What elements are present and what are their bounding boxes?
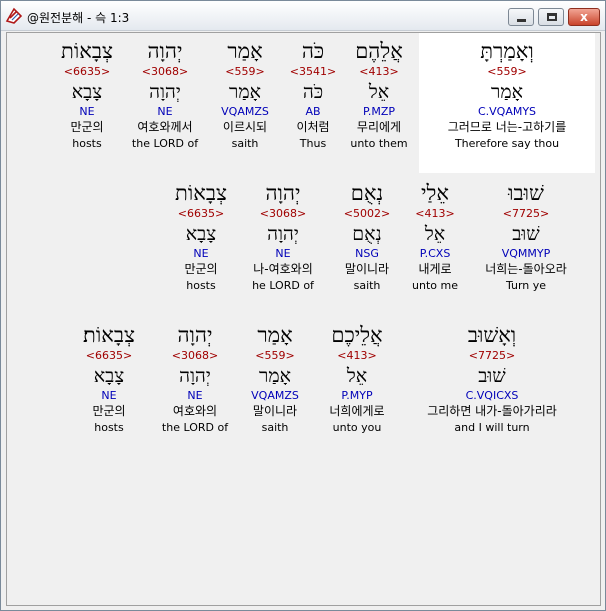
close-icon: x bbox=[580, 10, 588, 24]
minimize-icon bbox=[509, 9, 533, 25]
english-gloss: Therefore say thou bbox=[454, 137, 560, 150]
word-cell[interactable]: אֲלֵהֶם <413> אֵל P.MZP 무리에게 unto them bbox=[329, 39, 429, 152]
strong-number[interactable]: <413> bbox=[329, 65, 429, 81]
word-cell[interactable]: אֲלֵיכֶם <413> אֵל P.MYP 너희에게로 unto you bbox=[307, 323, 407, 436]
parsing-code: NE bbox=[101, 389, 117, 402]
english-gloss: unto them bbox=[350, 137, 408, 150]
maximize-icon bbox=[539, 9, 563, 25]
hebrew-vowelized: אֵלַי bbox=[421, 181, 449, 205]
korean-gloss: 만군의 bbox=[92, 404, 126, 418]
strong-number[interactable]: <7725> bbox=[471, 207, 581, 223]
hebrew-root: אָמַר bbox=[491, 81, 523, 103]
word-cell[interactable]: וְאָשׁוּב <7725> שׁוּב C.VQICXS 그리하면 내가-… bbox=[407, 323, 577, 436]
strong-number[interactable]: <6635> bbox=[59, 349, 159, 365]
english-gloss: hosts bbox=[94, 421, 124, 434]
hebrew-root: שׁוּב bbox=[512, 223, 540, 245]
english-gloss: unto you bbox=[332, 421, 382, 434]
word-cell[interactable]: אֵלַי <413> אֵל P.CXS 내게로 unto me bbox=[385, 181, 485, 294]
app-window: @원전분해 - 슥 1:3 x צְבָאוֹת <6635> צָבָא NE… bbox=[0, 0, 606, 611]
korean-gloss: 그러므로 너는-고하기를 bbox=[447, 120, 567, 134]
korean-gloss: 그리하면 내가-돌아가리라 bbox=[427, 404, 557, 418]
word-cell[interactable]: צְבָאוֹת׃ <6635> צָבָא NE 만군의 hosts bbox=[59, 323, 159, 436]
hebrew-root: אֵל bbox=[424, 223, 446, 245]
hebrew-root: אֵל bbox=[368, 81, 390, 103]
strong-number[interactable]: <413> bbox=[385, 207, 485, 223]
english-gloss: unto me bbox=[412, 279, 458, 292]
maximize-button[interactable] bbox=[538, 8, 564, 26]
window-title: @원전분해 - 슥 1:3 bbox=[27, 11, 130, 25]
hebrew-vowelized: וְאָמַרְתָּ bbox=[480, 39, 534, 63]
app-icon bbox=[5, 7, 23, 24]
hebrew-vowelized: צְבָאוֹת׃ bbox=[83, 323, 135, 347]
hebrew-vowelized: שׁוּבוּ bbox=[508, 181, 544, 205]
parsing-code: P.MYP bbox=[341, 389, 373, 402]
korean-gloss: 너희에게로 bbox=[329, 404, 385, 418]
hebrew-root: צָבָא bbox=[93, 365, 125, 387]
title-bar[interactable]: @원전분해 - 슥 1:3 x bbox=[1, 1, 605, 31]
analysis-pane[interactable]: צְבָאוֹת <6635> צָבָא NE 만군의 hosts יְהוָ… bbox=[6, 32, 601, 606]
hebrew-vowelized: וְאָשׁוּב bbox=[467, 323, 517, 347]
word-cell-selected[interactable]: וְאָמַרְתָּ <559> אָמַר C.VQAMYS 그러므로 너는… bbox=[427, 39, 587, 152]
hebrew-vowelized: אֲלֵהֶם bbox=[355, 39, 403, 63]
strong-number[interactable]: <7725> bbox=[407, 349, 577, 365]
strong-number[interactable]: <559> bbox=[427, 65, 587, 81]
parsing-code: VQMMYP bbox=[501, 247, 551, 260]
word-cell[interactable]: שׁוּבוּ <7725> שׁוּב VQMMYP 너희는-돌아오라 Tur… bbox=[471, 181, 581, 294]
english-gloss: and I will turn bbox=[454, 421, 530, 434]
english-gloss: Turn ye bbox=[505, 279, 547, 292]
parsing-code: C.VQICXS bbox=[465, 389, 519, 402]
minimize-button[interactable] bbox=[508, 8, 534, 26]
close-button[interactable]: x bbox=[568, 8, 600, 26]
korean-gloss: 무리에게 bbox=[356, 120, 402, 134]
parsing-code: C.VQAMYS bbox=[477, 105, 537, 118]
hebrew-root: אֵל bbox=[346, 365, 368, 387]
parsing-code: P.MZP bbox=[362, 105, 396, 118]
hebrew-vowelized: אֲלֵיכֶם bbox=[331, 323, 383, 347]
korean-gloss: 너희는-돌아오라 bbox=[485, 262, 567, 276]
parsing-code: P.CXS bbox=[419, 247, 451, 260]
korean-gloss: 내게로 bbox=[418, 262, 452, 276]
hebrew-root: שׁוּב bbox=[478, 365, 506, 387]
strong-number[interactable]: <413> bbox=[307, 349, 407, 365]
